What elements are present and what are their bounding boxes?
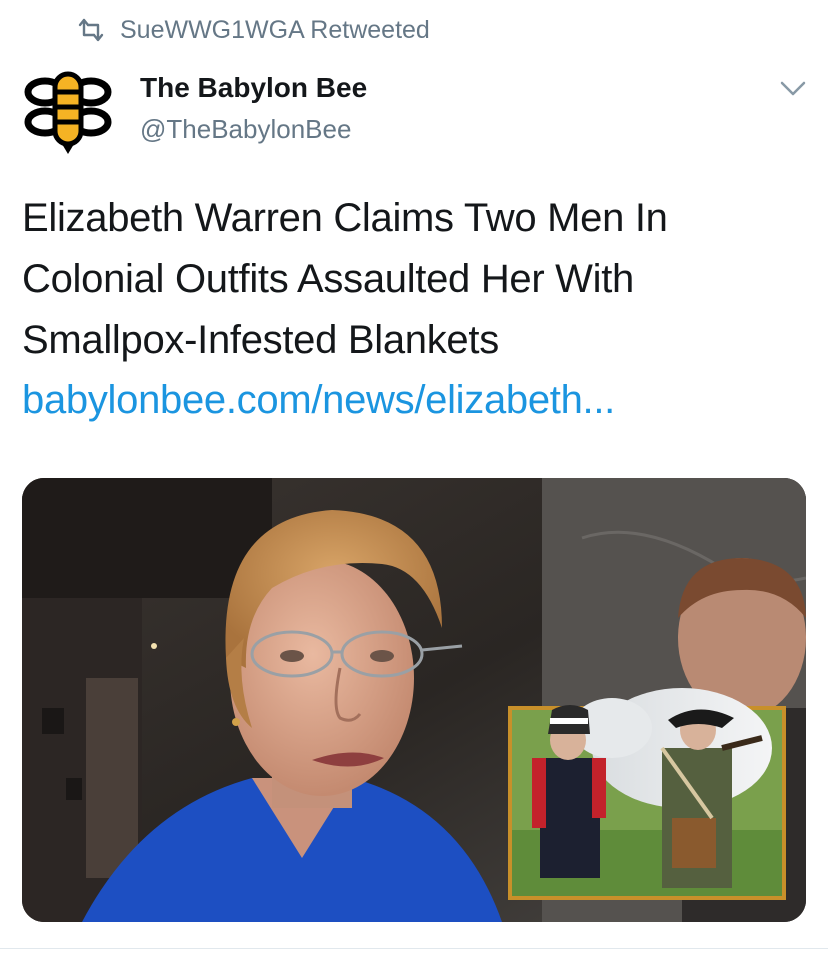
retweet-text: SueWWG1WGA Retweeted <box>120 15 430 44</box>
tweet-text: Elizabeth Warren Claims Two Men In Colon… <box>22 196 668 362</box>
retweet-context[interactable]: SueWWG1WGA Retweeted <box>76 14 430 46</box>
inset-photo <box>508 688 786 900</box>
avatar[interactable] <box>20 62 116 158</box>
babylon-bee-logo <box>24 71 112 154</box>
tweet-media-image[interactable] <box>22 478 806 922</box>
divider <box>0 948 828 949</box>
account-handle[interactable]: @TheBabylonBee <box>140 114 351 145</box>
chevron-down-icon[interactable] <box>778 78 808 100</box>
media-illustration <box>22 478 806 922</box>
tweet-link[interactable]: babylonbee.com/news/elizabeth... <box>22 370 615 431</box>
account-name[interactable]: The Babylon Bee <box>140 72 367 104</box>
retweet-icon <box>78 18 104 42</box>
